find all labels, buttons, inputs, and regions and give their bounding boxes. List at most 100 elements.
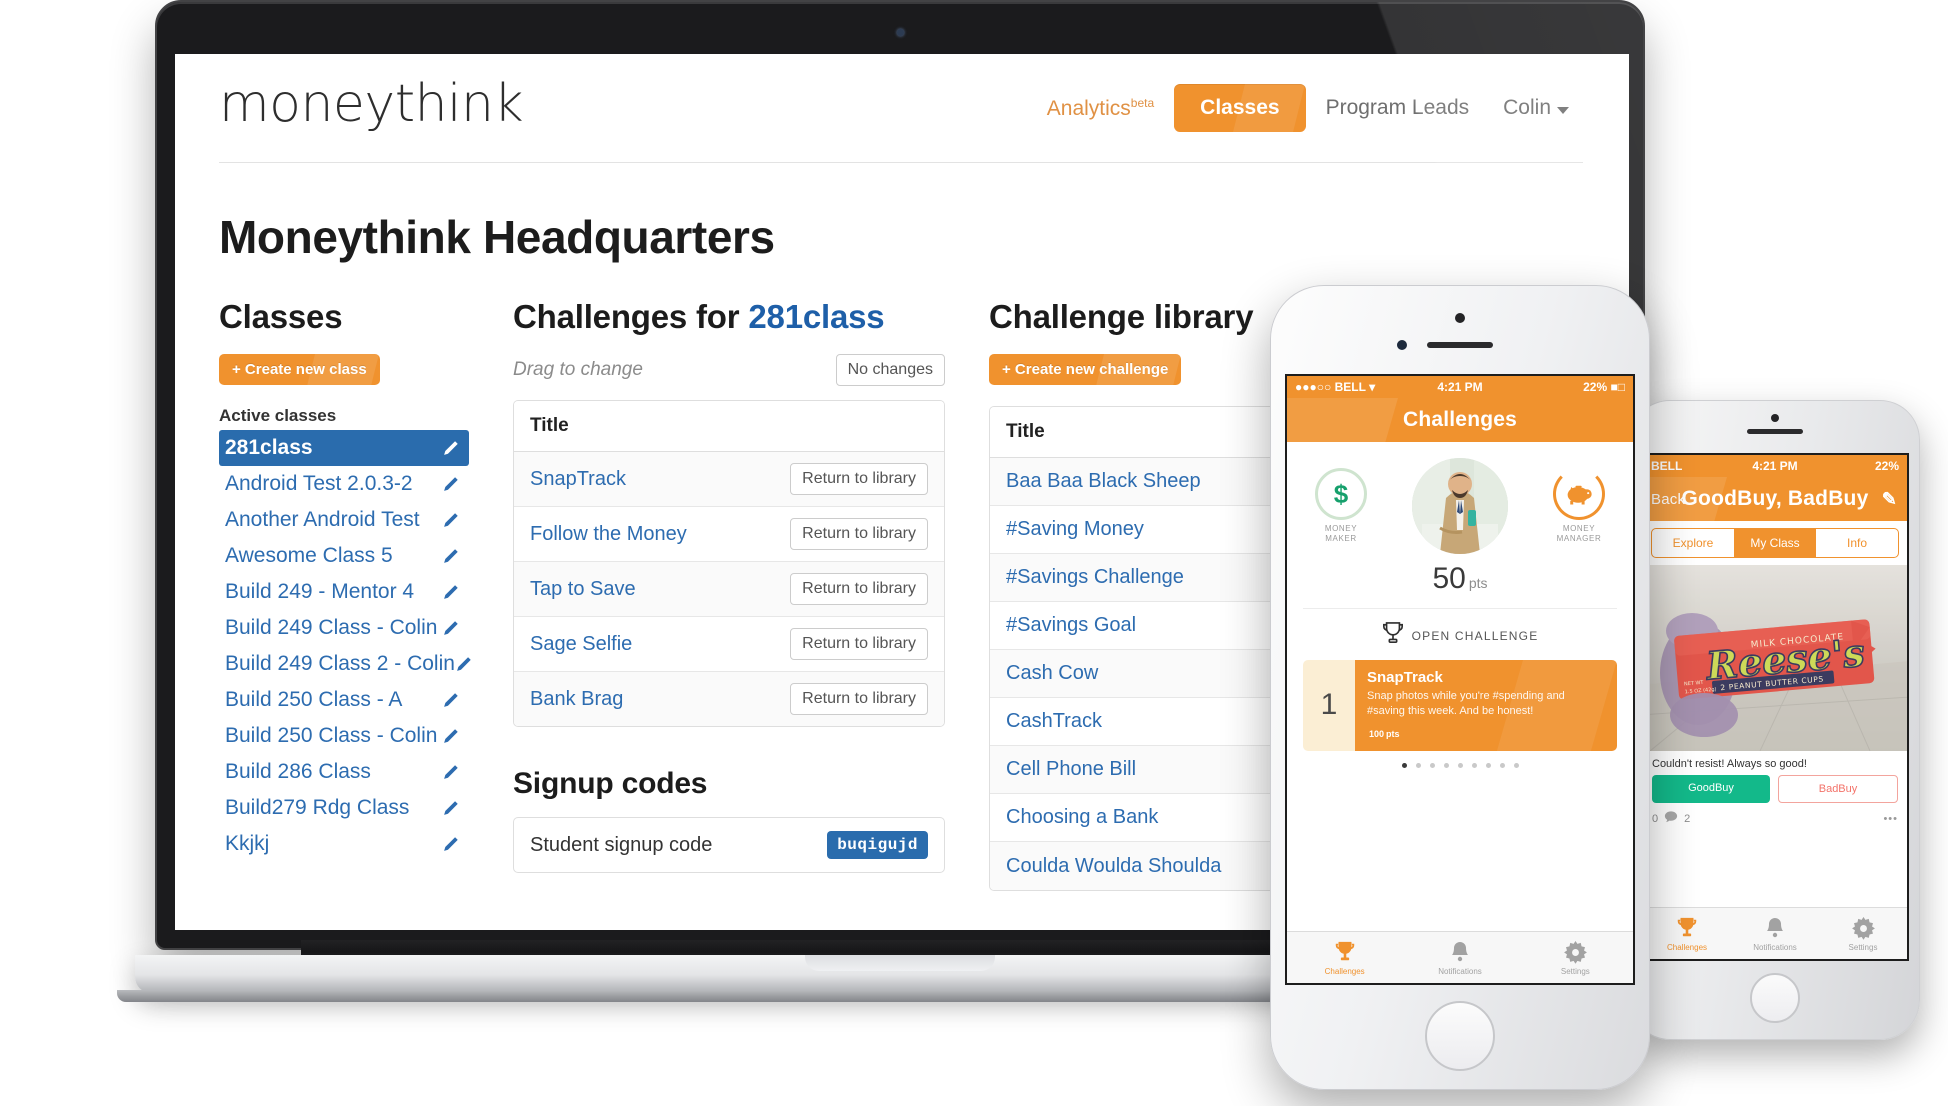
edit-class-icon[interactable] [442,584,459,601]
class-list: 281class Android Test 2.0.3-2 Another Andr… [219,430,472,862]
edit-class-icon[interactable] [442,836,459,853]
class-list-item[interactable]: Build 249 - Mentor 4 [219,574,469,610]
classes-panel: Classes + Create new class Active classe… [219,298,472,862]
class-list-item[interactable]: Build 250 Class - Colin [219,718,469,754]
more-options-button[interactable]: ••• [1883,813,1898,825]
tab-label: Challenges [1666,943,1708,952]
class-name: 281class [225,436,313,459]
carousel-dot[interactable] [1471,762,1477,768]
money-manager-label: MONEY MANAGER [1556,524,1602,543]
class-list-item[interactable]: Another Android Test [219,502,469,538]
class-list-item[interactable]: Build279 Rdg Class [219,790,469,826]
segment-info[interactable]: Info [1816,529,1898,557]
nav-classes[interactable]: Classes [1174,84,1306,132]
carousel-dot[interactable] [1485,762,1491,768]
phone-back-earpiece [1747,429,1803,434]
nav-user-menu[interactable]: Colin [1489,88,1583,128]
main-nav: Analyticsbeta Classes Program Leads Coli… [1033,84,1583,132]
return-to-library-button[interactable]: Return to library [790,628,928,660]
return-to-library-button[interactable]: Return to library [790,463,928,495]
post-caption: Couldn't resist! Always so good! [1652,758,1807,770]
tab-challenges[interactable]: Challenges [1287,939,1402,976]
carousel-dot[interactable] [1415,762,1421,768]
piggy-bank-icon [1553,468,1605,520]
library-challenge-title: #Savings Challenge [1006,566,1184,588]
badbuy-button[interactable]: BadBuy [1778,775,1898,803]
student-signup-code-label: Student signup code [530,833,713,856]
class-list-item[interactable]: Android Test 2.0.3-2 [219,466,469,502]
carousel-dot[interactable] [1513,762,1519,768]
class-list-item[interactable]: Kkjkj [219,826,469,862]
class-list-item[interactable]: Build 250 Class - A [219,682,469,718]
challenge-row[interactable]: Bank Brag Return to library [514,672,944,726]
create-new-class-button[interactable]: + Create new class [219,354,380,385]
phone-front-device: ●●●○○ BELL ▾ 4:21 PM 22% ■□ Challenges $… [1270,285,1650,1090]
tab-settings[interactable]: Settings [1819,915,1907,952]
class-list-item[interactable]: Awesome Class 5 [219,538,469,574]
carousel-dot[interactable] [1401,762,1407,768]
points-total: 50 pts [1287,562,1633,596]
return-to-library-button[interactable]: Return to library [790,573,928,605]
nav-analytics-beta: beta [1130,95,1155,110]
class-name: Build 249 Class 2 - Colin [225,652,455,675]
class-list-item[interactable]: Build 249 Class - Colin [219,610,469,646]
no-changes-button[interactable]: No changes [835,354,945,386]
carousel-dot[interactable] [1457,762,1463,768]
tab-settings[interactable]: Settings [1518,939,1633,976]
phone-front-camera-icon [1455,313,1465,323]
edit-class-icon[interactable] [442,764,459,781]
laptop-camera-icon [897,29,904,36]
class-list-item[interactable]: 281class [219,430,469,466]
edit-class-icon[interactable] [442,620,459,637]
tab-challenges[interactable]: Challenges [1643,915,1731,952]
segment-explore[interactable]: Explore [1652,529,1734,557]
edit-class-icon[interactable] [455,656,472,673]
return-to-library-button[interactable]: Return to library [790,683,928,715]
library-challenge-title: Choosing a Bank [1006,806,1159,828]
tab-notifications[interactable]: Notifications [1731,915,1819,952]
class-challenges-table: Title SnapTrack Return to library Follow t… [513,400,945,727]
moneythink-logo: moneythink [219,74,524,134]
open-challenge-card[interactable]: 1 SnapTrack Snap photos while you're #sp… [1303,660,1617,751]
post-photo: MILK CHOCOLATE Reese's 2 PEANUT BUTTER C… [1643,565,1907,751]
return-to-library-button[interactable]: Return to library [790,518,928,550]
open-challenge-header: OPEN CHALLENGE [1287,621,1633,650]
edit-class-icon[interactable] [442,800,459,817]
post-meta: 0 2 ••• [1643,810,1907,834]
tab-label: Settings [1848,943,1878,952]
challenge-row[interactable]: SnapTrack Return to library [514,452,944,507]
class-list-item[interactable]: Build 249 Class 2 - Colin [219,646,472,682]
phone-back-home-button[interactable] [1750,973,1800,1023]
phone-front-home-button[interactable] [1425,1001,1495,1071]
back-button[interactable]: Back [1651,491,1685,508]
compose-icon[interactable]: ✎ [1882,489,1897,510]
nav-analytics[interactable]: Analyticsbeta [1033,88,1168,129]
goodbuy-button[interactable]: GoodBuy [1652,775,1770,803]
challenge-card-points: 100 pts [1369,728,1400,739]
nav-program-leads[interactable]: Program Leads [1312,88,1484,128]
tab-notifications[interactable]: Notifications [1402,939,1517,976]
phone-front-divider [1303,608,1617,609]
signup-codes-heading: Signup codes [513,767,708,800]
carousel-dot[interactable] [1443,762,1449,768]
carousel-pagination[interactable] [1287,762,1633,768]
carousel-dot[interactable] [1429,762,1435,768]
segment-my-class[interactable]: My Class [1734,529,1816,557]
edit-class-icon[interactable] [442,548,459,565]
like-count: 0 [1652,812,1659,825]
edit-class-icon[interactable] [442,728,459,745]
edit-class-icon[interactable] [442,476,459,493]
class-name: Kkjkj [225,832,270,855]
challenge-row[interactable]: Follow the Money Return to library [514,507,944,562]
class-challenges-heading: Challenges for 281class [513,298,945,336]
student-signup-code-badge[interactable]: buqigujd [827,831,928,859]
header-divider [219,162,1583,163]
carousel-dot[interactable] [1499,762,1505,768]
challenge-row[interactable]: Tap to Save Return to library [514,562,944,617]
edit-class-icon[interactable] [442,692,459,709]
class-list-item[interactable]: Build 286 Class [219,754,469,790]
edit-class-icon[interactable] [442,440,459,457]
create-new-challenge-button[interactable]: + Create new challenge [989,354,1182,385]
challenge-row[interactable]: Sage Selfie Return to library [514,617,944,672]
edit-class-icon[interactable] [442,512,459,529]
